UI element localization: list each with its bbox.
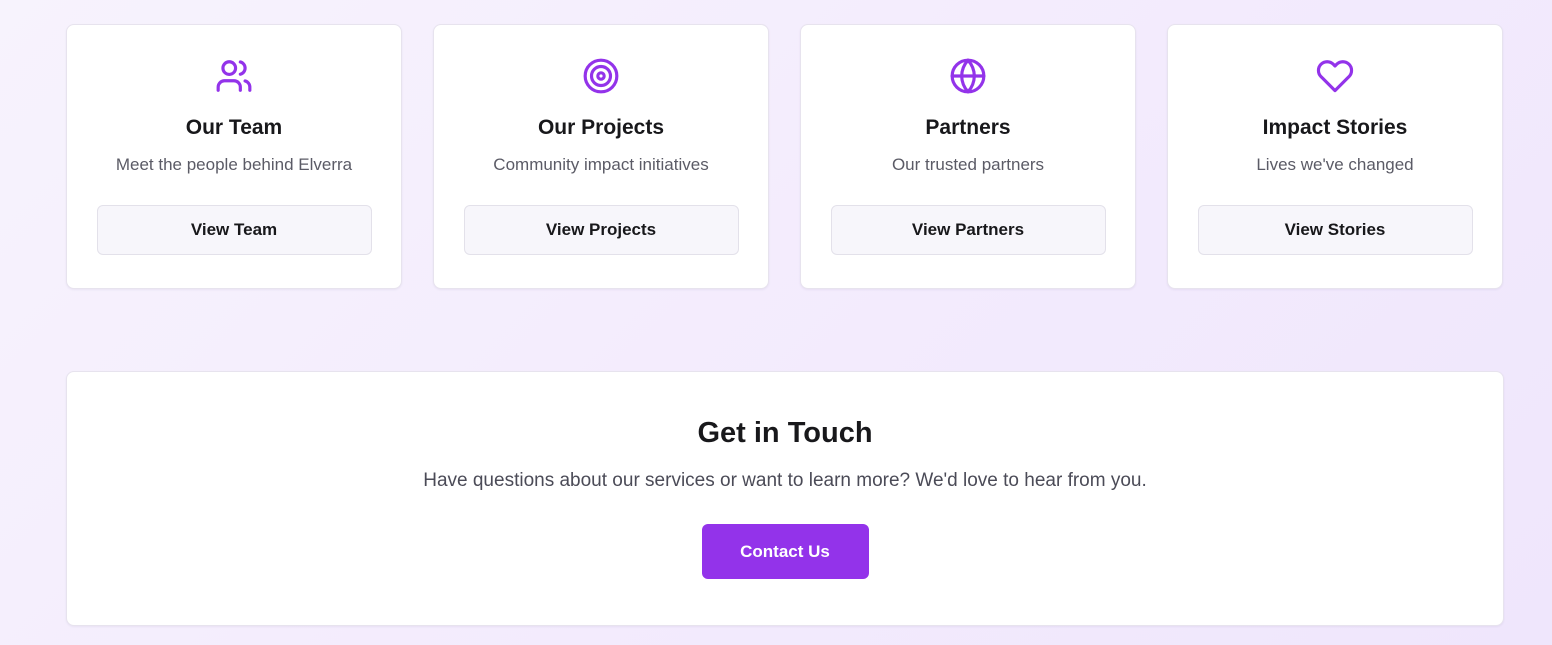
card-description: Our trusted partners (891, 155, 1045, 174)
card-title: Our Projects (537, 116, 665, 139)
card-description: Lives we've changed (1256, 155, 1414, 174)
contact-section: Get in Touch Have questions about our se… (66, 371, 1504, 626)
contact-description: Have questions about our services or wan… (423, 470, 1147, 491)
card-title: Partners (925, 116, 1011, 139)
card-title: Impact Stories (1262, 116, 1408, 139)
view-partners-button[interactable]: View Partners (830, 205, 1106, 255)
heart-icon (1316, 57, 1354, 95)
target-icon (582, 57, 620, 95)
card-our-projects: Our Projects Community impact initiative… (433, 24, 769, 289)
card-our-team: Our Team Meet the people behind Elverra … (66, 24, 402, 289)
card-description: Meet the people behind Elverra (115, 155, 353, 174)
card-partners: Partners Our trusted partners View Partn… (800, 24, 1136, 289)
view-stories-button[interactable]: View Stories (1197, 205, 1473, 255)
card-description: Community impact initiatives (493, 155, 709, 174)
view-projects-button[interactable]: View Projects (463, 205, 739, 255)
users-icon (215, 57, 253, 95)
contact-title: Get in Touch (697, 417, 873, 449)
card-title: Our Team (185, 116, 283, 139)
info-cards-grid: Our Team Meet the people behind Elverra … (66, 24, 1504, 289)
card-impact-stories: Impact Stories Lives we've changed View … (1167, 24, 1503, 289)
globe-icon (949, 57, 987, 95)
view-team-button[interactable]: View Team (96, 205, 372, 255)
contact-us-button[interactable]: Contact Us (701, 524, 869, 579)
